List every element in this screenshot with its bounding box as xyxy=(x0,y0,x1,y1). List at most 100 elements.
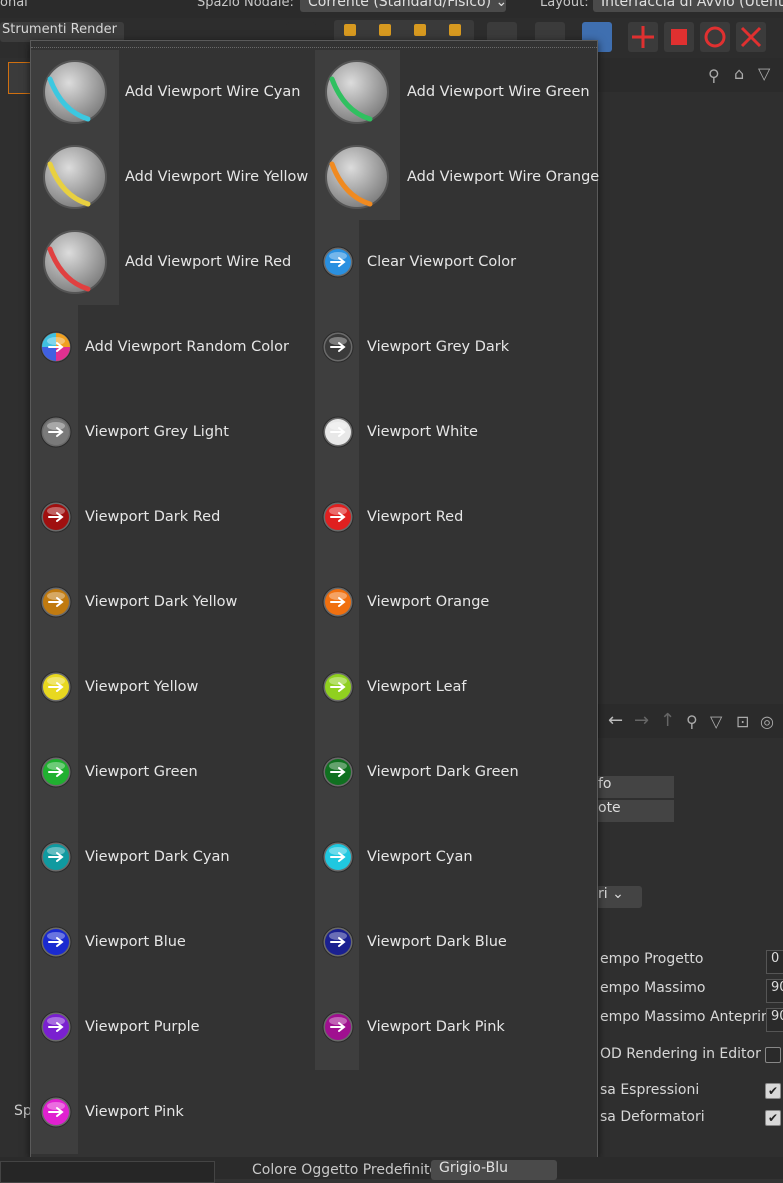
menu-item-label: Add Viewport Wire Orange xyxy=(407,169,600,185)
menu-item-label: Add Viewport Wire Cyan xyxy=(125,84,301,100)
menu-item[interactable]: Viewport Grey Light xyxy=(32,390,312,474)
menu-item[interactable]: Viewport Cyan xyxy=(314,815,594,899)
menu-item[interactable]: Viewport Dark Cyan xyxy=(32,815,312,899)
home-icon[interactable]: ⌂ xyxy=(734,64,744,83)
move-icon[interactable] xyxy=(628,22,658,52)
color-arrow-icon xyxy=(322,756,354,788)
menu-item[interactable]: Add Viewport Wire Red xyxy=(32,220,312,304)
render-view-icon[interactable] xyxy=(8,62,32,94)
bottom-bar: Colore Oggetto Predefinito Grigio-Blu xyxy=(0,1157,783,1183)
menu-item[interactable]: Add Viewport Wire Yellow xyxy=(32,135,312,219)
top-bar: onal Spazio Nodale: Corrente (Standard/F… xyxy=(0,0,783,18)
expressions-label: sa Espressioni xyxy=(600,1082,700,1098)
target-icon[interactable]: ◎ xyxy=(760,712,774,731)
menu-item[interactable]: Viewport Purple xyxy=(32,985,312,1069)
panel-dropdown[interactable]: ri ⌄ xyxy=(596,886,642,908)
wire-sphere-icon xyxy=(42,144,108,210)
menu-item-label: Viewport Leaf xyxy=(367,679,467,695)
menu-item-label: Viewport Orange xyxy=(367,594,490,610)
viewport-color-menu: Add Viewport Wire Cyan Add Viewport Wire … xyxy=(30,40,599,1159)
menu-item-label: Viewport Yellow xyxy=(85,679,199,695)
menu-item-label: Viewport Purple xyxy=(85,1019,200,1035)
color-arrow-icon xyxy=(322,841,354,873)
menu-item-label: Add Viewport Wire Yellow xyxy=(125,169,309,185)
color-arrow-icon xyxy=(322,926,354,958)
menu-item[interactable]: Viewport Green xyxy=(32,730,312,814)
search-icon[interactable]: ⚲ xyxy=(708,66,720,85)
info-tab[interactable]: fo xyxy=(596,776,674,798)
color-arrow-icon xyxy=(40,671,72,703)
menu-item-label: Viewport Red xyxy=(367,509,464,525)
menu-item[interactable]: Viewport Yellow xyxy=(32,645,312,729)
color-arrow-icon xyxy=(40,501,72,533)
wire-sphere-icon xyxy=(42,229,108,295)
menu-item-label: Viewport Dark Green xyxy=(367,764,519,780)
menu-item[interactable]: Viewport Dark Green xyxy=(314,730,594,814)
menu-item-label: Viewport Pink xyxy=(85,1104,184,1120)
frame-buttons[interactable] xyxy=(334,20,474,42)
color-arrow-icon xyxy=(40,926,72,958)
menu-tearoff-handle[interactable] xyxy=(31,41,597,48)
menu-item[interactable]: Clear Viewport Color xyxy=(314,220,594,304)
menu-item-label: Add Viewport Random Color xyxy=(85,339,289,355)
scale-icon[interactable] xyxy=(664,22,694,52)
filter-icon[interactable]: ▽ xyxy=(710,712,722,731)
menu-item-label: Viewport Green xyxy=(85,764,198,780)
filter-icon[interactable]: ▽ xyxy=(758,64,770,83)
menu-item[interactable]: Viewport Dark Yellow xyxy=(32,560,312,644)
menu-item[interactable]: Viewport Pink xyxy=(32,1070,312,1154)
tab-render-tools[interactable]: Strumenti Render xyxy=(0,22,124,42)
node-space-dropdown[interactable]: Corrente (Standard/Fisico) ⌄ xyxy=(300,0,507,12)
color-arrow-icon xyxy=(322,501,354,533)
deformers-label: sa Deformatori xyxy=(600,1109,705,1125)
menu-item[interactable]: Viewport Orange xyxy=(314,560,594,644)
transform-icon[interactable] xyxy=(736,22,766,52)
menu-item[interactable]: Add Viewport Wire Green xyxy=(314,50,594,134)
menu-item-label: Add Viewport Wire Green xyxy=(407,84,590,100)
color-arrow-icon xyxy=(322,416,354,448)
max-time-field[interactable]: 90 xyxy=(766,979,783,1003)
menu-item[interactable]: Viewport Dark Pink xyxy=(314,985,594,1069)
expressions-checkbox[interactable]: ✔ xyxy=(765,1083,781,1099)
menu-item-label: Clear Viewport Color xyxy=(367,254,517,270)
menu-item[interactable]: Viewport Dark Blue xyxy=(314,900,594,984)
node-space-label: Spazio Nodale: xyxy=(197,0,294,10)
lod-checkbox[interactable] xyxy=(765,1047,781,1063)
preview-max-time-field[interactable]: 90 xyxy=(766,1008,783,1032)
menu-item[interactable]: Viewport Red xyxy=(314,475,594,559)
layout-dropdown[interactable]: Interfaccia di Avvio (Utente) xyxy=(593,0,783,12)
menu-item[interactable]: Viewport Leaf xyxy=(314,645,594,729)
menu-item-label: Viewport White xyxy=(367,424,478,440)
color-arrow-icon xyxy=(40,1011,72,1043)
layout-label: Layout: xyxy=(540,0,589,10)
project-time-field[interactable]: 0 xyxy=(766,950,783,974)
menu-item-label: Viewport Grey Light xyxy=(85,424,229,440)
color-arrow-icon xyxy=(40,841,72,873)
color-arrow-icon xyxy=(40,756,72,788)
menu-item[interactable]: Viewport White xyxy=(314,390,594,474)
menu-item[interactable]: Add Viewport Wire Cyan xyxy=(32,50,312,134)
forward-arrow-icon[interactable]: → xyxy=(634,710,649,731)
default-object-color-dropdown[interactable]: Grigio-Blu xyxy=(431,1160,557,1180)
color-arrow-icon xyxy=(322,331,354,363)
bottom-left-field xyxy=(0,1161,215,1183)
menu-item[interactable]: Viewport Blue xyxy=(32,900,312,984)
search-icon[interactable]: ⚲ xyxy=(686,712,698,731)
note-tab[interactable]: ote xyxy=(596,800,674,822)
up-arrow-icon[interactable]: ↑ xyxy=(660,710,675,731)
color-arrow-icon xyxy=(322,671,354,703)
menu-item[interactable]: Add Viewport Wire Orange xyxy=(314,135,599,219)
rotate-icon[interactable] xyxy=(700,22,730,52)
panel-header xyxy=(596,58,783,92)
color-arrow-icon xyxy=(322,586,354,618)
menu-item[interactable]: Viewport Grey Dark xyxy=(314,305,594,389)
lock-icon[interactable]: ⊡ xyxy=(736,712,749,731)
menu-item-label: Viewport Dark Pink xyxy=(367,1019,505,1035)
wire-sphere-icon xyxy=(324,144,390,210)
deformers-checkbox[interactable]: ✔ xyxy=(765,1110,781,1126)
menu-item[interactable]: Add Viewport Random Color xyxy=(32,305,312,389)
project-time-label: empo Progetto xyxy=(600,951,704,967)
menu-item[interactable]: Viewport Dark Red xyxy=(32,475,312,559)
back-arrow-icon[interactable]: ← xyxy=(608,710,623,731)
preview-max-time-label: empo Massimo Anteprima xyxy=(600,1009,783,1025)
